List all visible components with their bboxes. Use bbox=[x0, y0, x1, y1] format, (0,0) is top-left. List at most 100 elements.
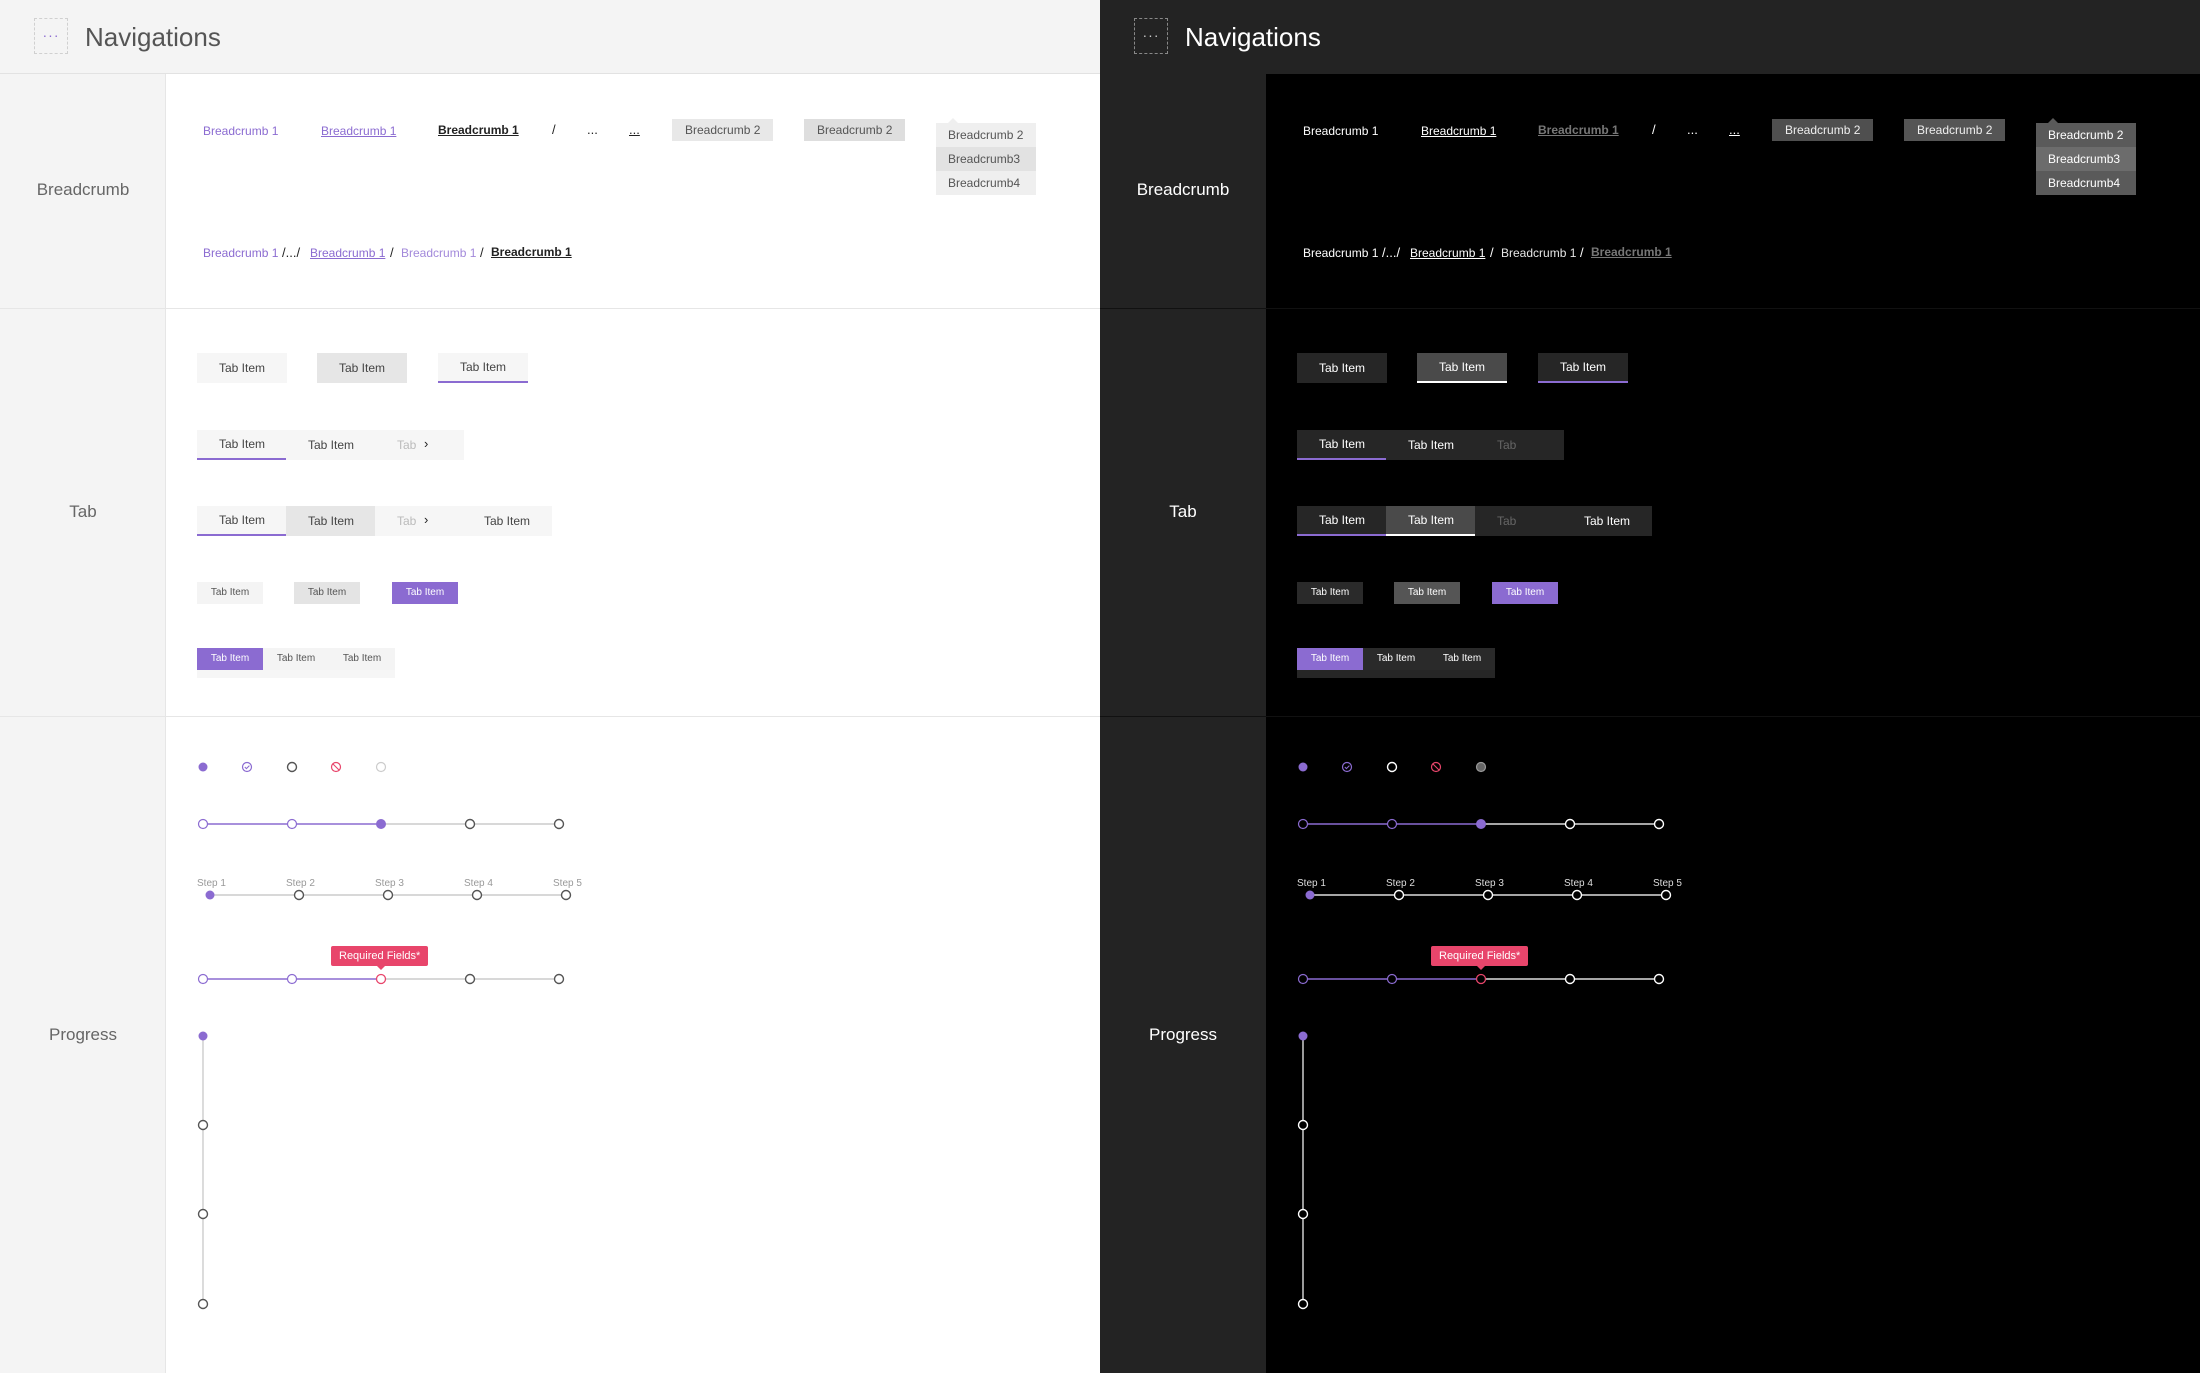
section-label-breadcrumb: Breadcrumb bbox=[36, 180, 130, 199]
breadcrumb-trail-current: Breadcrumb 1 bbox=[1591, 245, 1672, 259]
dropdown-item[interactable]: Breadcrumb4 bbox=[2036, 171, 2136, 195]
breadcrumb-path-ellipsis[interactable]: /.../ bbox=[1382, 245, 1400, 260]
breadcrumb-ellipsis-hover[interactable]: ... bbox=[1729, 122, 1740, 137]
breadcrumb-trail-second[interactable]: Breadcrumb 1 bbox=[1410, 246, 1485, 260]
dropdown-item[interactable]: Breadcrumb3 bbox=[936, 147, 1036, 171]
progress-graphics bbox=[197, 761, 572, 1310]
dots-frame-icon: ··· bbox=[1134, 18, 1168, 54]
breadcrumb-ellipsis[interactable]: ... bbox=[587, 122, 598, 137]
step-label: Step 3 bbox=[1475, 878, 1504, 889]
breadcrumb-link[interactable]: Breadcrumb 1 bbox=[1303, 124, 1378, 138]
dropdown-item[interactable]: Breadcrumb 2 bbox=[936, 123, 1036, 147]
breadcrumb-label-column: Breadcrumb bbox=[0, 74, 166, 308]
progress-section: Step 1 Step 2 Step 3 Step 4 Step 5 Requi… bbox=[166, 716, 1100, 1373]
breadcrumb-path-ellipsis[interactable]: /.../ bbox=[282, 245, 300, 260]
tab-item-hover[interactable]: Tab Item bbox=[317, 353, 407, 383]
breadcrumb-section: Breadcrumb 1 Breadcrumb 1 Breadcrumb 1 /… bbox=[1266, 74, 2200, 308]
error-stepper bbox=[197, 966, 565, 985]
segmented-tab[interactable]: Tab Item bbox=[1429, 648, 1495, 670]
breadcrumb-trail-third[interactable]: Breadcrumb 1 bbox=[1501, 246, 1576, 260]
breadcrumb-trail-third[interactable]: Breadcrumb 1 bbox=[401, 246, 476, 260]
tab-item-selected[interactable]: Tab Item bbox=[197, 430, 287, 460]
breadcrumb-ellipsis-hover[interactable]: ... bbox=[629, 122, 640, 137]
small-tab-item-active[interactable]: Tab Item bbox=[392, 582, 458, 604]
tab-item-truncated[interactable]: Tab bbox=[1475, 430, 1535, 460]
error-stepper bbox=[1297, 966, 1665, 985]
breadcrumb-link-hover[interactable]: Breadcrumb 1 bbox=[321, 124, 396, 138]
step-disabled-icon bbox=[375, 761, 387, 773]
small-tab-item-hover[interactable]: Tab Item bbox=[1394, 582, 1460, 604]
tab-item[interactable]: Tab Item bbox=[286, 430, 376, 460]
small-tab-item-hover[interactable]: Tab Item bbox=[294, 582, 360, 604]
step-complete-icon bbox=[241, 761, 253, 773]
tab-item-selected[interactable]: Tab Item bbox=[1297, 506, 1387, 536]
dropdown-item[interactable]: Breadcrumb4 bbox=[936, 171, 1036, 195]
step-state-icons bbox=[1298, 761, 1487, 773]
stepper-node-pending bbox=[553, 818, 565, 830]
breadcrumb-separator: / bbox=[552, 122, 556, 137]
tab-section: Tab Item Tab Item Tab Item Tab Item Tab … bbox=[166, 308, 1100, 716]
breadcrumb-separator: / bbox=[1490, 245, 1494, 260]
tab-item[interactable]: Tab Item bbox=[1297, 353, 1387, 383]
breadcrumb-trail-first[interactable]: Breadcrumb 1 bbox=[203, 246, 278, 260]
breadcrumb-button-hover[interactable]: Breadcrumb 2 bbox=[1904, 119, 2006, 141]
page: ··· Navigations Breadcrumb Breadcrumb 1 … bbox=[0, 0, 2200, 1373]
breadcrumb-dropdown: Breadcrumb 2 Breadcrumb3 Breadcrumb4 bbox=[936, 123, 1036, 195]
section-label-breadcrumb: Breadcrumb bbox=[1136, 180, 1230, 199]
breadcrumb-button-hover[interactable]: Breadcrumb 2 bbox=[804, 119, 906, 141]
tab-item[interactable]: Tab Item bbox=[462, 506, 552, 536]
tab-item-hover[interactable]: Tab Item bbox=[1386, 506, 1476, 536]
chevron-right-icon[interactable]: › bbox=[424, 436, 428, 451]
progress-label-column: Progress bbox=[1100, 716, 1266, 1373]
tab-item[interactable]: Tab Item bbox=[1386, 430, 1476, 460]
breadcrumb-section: Breadcrumb 1 Breadcrumb 1 Breadcrumb 1 /… bbox=[166, 74, 1100, 308]
breadcrumb-button[interactable]: Breadcrumb 2 bbox=[672, 119, 774, 141]
segmented-tab-active[interactable]: Tab Item bbox=[1297, 648, 1363, 670]
labeled-node-active bbox=[205, 890, 215, 900]
breadcrumb-ellipsis[interactable]: ... bbox=[1687, 122, 1698, 137]
segmented-tab[interactable]: Tab Item bbox=[263, 648, 329, 670]
segmented-tab[interactable]: Tab Item bbox=[1363, 648, 1429, 670]
small-tab-item[interactable]: Tab Item bbox=[1297, 582, 1363, 604]
light-theme-panel: ··· Navigations Breadcrumb Breadcrumb 1 … bbox=[0, 0, 1100, 1373]
breadcrumb-trail-first[interactable]: Breadcrumb 1 bbox=[1303, 246, 1378, 260]
tab-item[interactable]: Tab Item bbox=[197, 353, 287, 383]
breadcrumb-link[interactable]: Breadcrumb 1 bbox=[203, 124, 278, 138]
dropdown-item[interactable]: Breadcrumb 2 bbox=[2036, 123, 2136, 147]
breadcrumb-trail-second[interactable]: Breadcrumb 1 bbox=[310, 246, 385, 260]
tab-item-selected[interactable]: Tab Item bbox=[438, 353, 528, 383]
stepper-node-error bbox=[375, 973, 387, 985]
horizontal-stepper bbox=[1297, 818, 1665, 830]
segmented-tab-active[interactable]: Tab Item bbox=[197, 648, 263, 670]
progress-graphics bbox=[1297, 761, 1672, 1310]
tab-item-selected[interactable]: Tab Item bbox=[1297, 430, 1387, 460]
dropdown-item[interactable]: Breadcrumb3 bbox=[2036, 147, 2136, 171]
tab-item-hover[interactable]: Tab Item bbox=[1417, 353, 1507, 383]
segmented-tab[interactable]: Tab Item bbox=[329, 648, 395, 670]
tab-section: Tab Item Tab Item Tab Item Tab Item Tab … bbox=[1266, 308, 2200, 716]
tab-item-hover[interactable]: Tab Item bbox=[286, 506, 376, 536]
tab-label-column: Tab bbox=[1100, 308, 1266, 716]
section-label-tab: Tab bbox=[1169, 502, 1197, 521]
breadcrumb-button[interactable]: Breadcrumb 2 bbox=[1772, 119, 1874, 141]
step-active-dot bbox=[198, 762, 208, 772]
breadcrumb-link-hover[interactable]: Breadcrumb 1 bbox=[1421, 124, 1496, 138]
tab-item-selected[interactable]: Tab Item bbox=[197, 506, 287, 536]
chevron-right-icon[interactable]: › bbox=[424, 512, 428, 527]
divider bbox=[0, 308, 1100, 309]
breadcrumb-separator: / bbox=[390, 245, 394, 260]
step-label: Step 5 bbox=[1653, 878, 1682, 889]
progress-section: Step 1 Step 2 Step 3 Step 4 Step 5 Requi… bbox=[1266, 716, 2200, 1373]
breadcrumb-current: Breadcrumb 1 bbox=[1538, 123, 1619, 137]
tab-label-column: Tab bbox=[0, 308, 166, 716]
step-label: Step 3 bbox=[375, 878, 404, 889]
tab-item[interactable]: Tab Item bbox=[1562, 506, 1652, 536]
section-label-progress: Progress bbox=[1148, 1025, 1218, 1044]
small-tab-item-active[interactable]: Tab Item bbox=[1492, 582, 1558, 604]
tab-item-selected[interactable]: Tab Item bbox=[1538, 353, 1628, 383]
step-label: Step 2 bbox=[286, 878, 315, 889]
breadcrumb-label-column: Breadcrumb bbox=[1100, 74, 1266, 308]
breadcrumb-separator: / bbox=[1652, 122, 1656, 137]
tab-item-truncated[interactable]: Tab bbox=[1475, 506, 1535, 536]
small-tab-item[interactable]: Tab Item bbox=[197, 582, 263, 604]
